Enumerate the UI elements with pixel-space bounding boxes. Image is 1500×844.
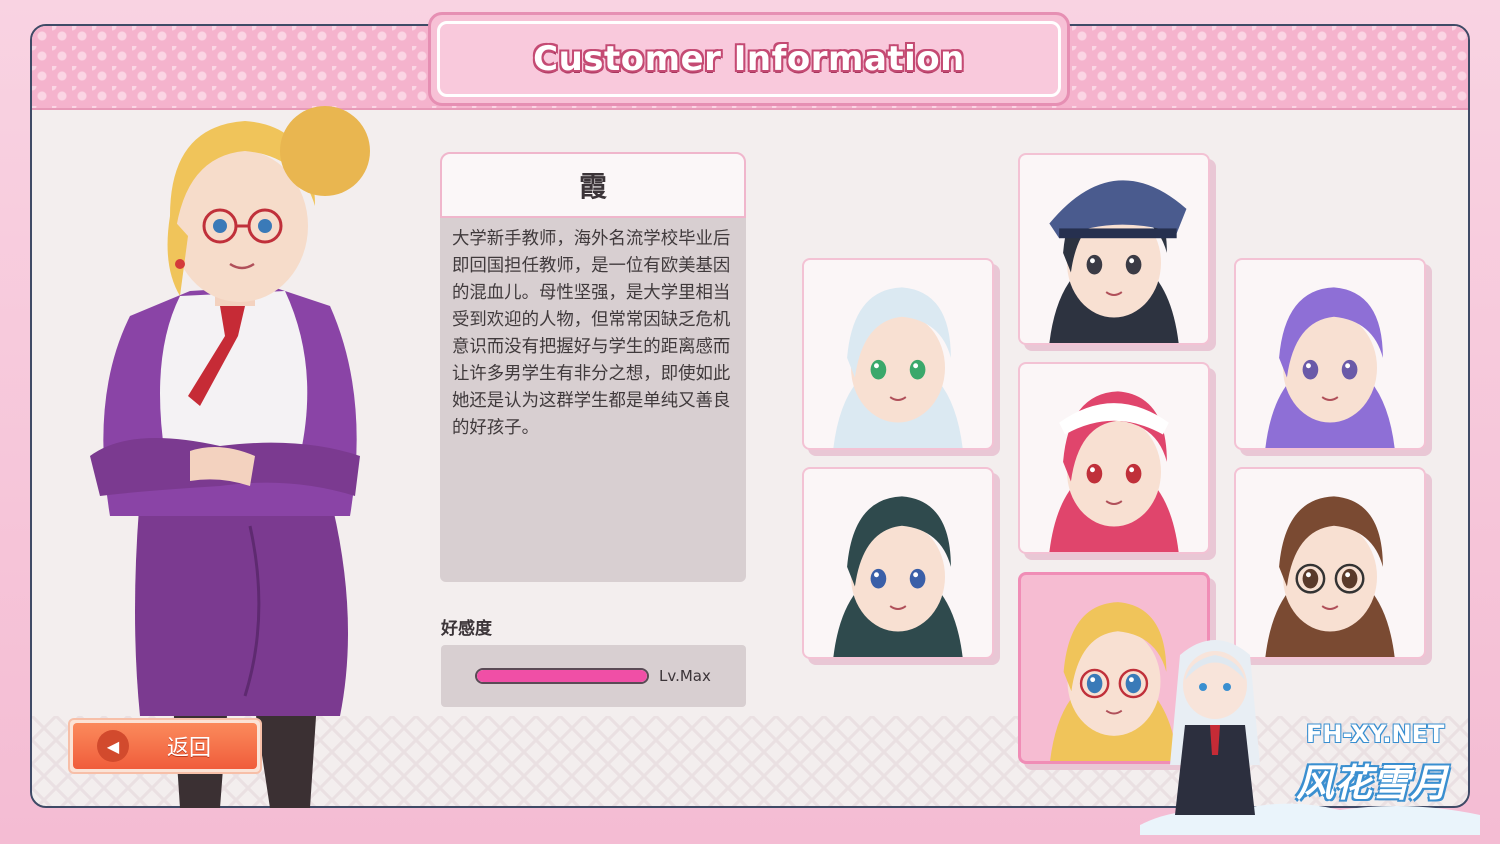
portrait-face-art	[833, 496, 963, 657]
affection-panel: Lv.Max	[441, 645, 746, 707]
portrait-face-art	[1049, 391, 1179, 552]
back-arrow-icon: ◀	[97, 730, 129, 762]
affection-level: Lv.Max	[659, 667, 711, 685]
portrait-pink-maid[interactable]	[1018, 362, 1210, 554]
character-illustration	[90, 106, 370, 808]
title-banner: Customer Information	[428, 12, 1070, 106]
back-button-label: 返回	[167, 736, 212, 761]
character-description: 大学新手教师，海外名流学校毕业后即回国担任教师，是一位有欧美基因的混血儿。母性坚…	[452, 229, 731, 438]
watermark-url: FH-XY.NET	[1306, 720, 1445, 748]
portrait-police-officer[interactable]	[1018, 153, 1210, 345]
portrait-dark-teal-hair[interactable]	[802, 467, 994, 659]
portrait-face-art	[1265, 287, 1395, 448]
affection-label: 好感度	[441, 619, 492, 639]
portrait-face-art	[1049, 180, 1187, 343]
watermark-brand: 风花雪月	[1296, 761, 1449, 805]
page-title: Customer Information	[533, 39, 965, 79]
character-name: 霞	[578, 170, 607, 203]
portrait-face-art	[833, 287, 963, 448]
portrait-white-hair-ponytail[interactable]	[802, 258, 994, 450]
affection-bar	[475, 668, 649, 684]
affection-bar-fill	[477, 670, 647, 682]
portrait-purple-hair[interactable]	[1234, 258, 1426, 450]
character-description-card: 大学新手教师，海外名流学校毕业后即回国担任教师，是一位有欧美基因的混血儿。母性坚…	[440, 218, 746, 582]
character-name-card: 霞	[440, 152, 746, 218]
back-button[interactable]: ◀ 返回	[68, 718, 262, 774]
